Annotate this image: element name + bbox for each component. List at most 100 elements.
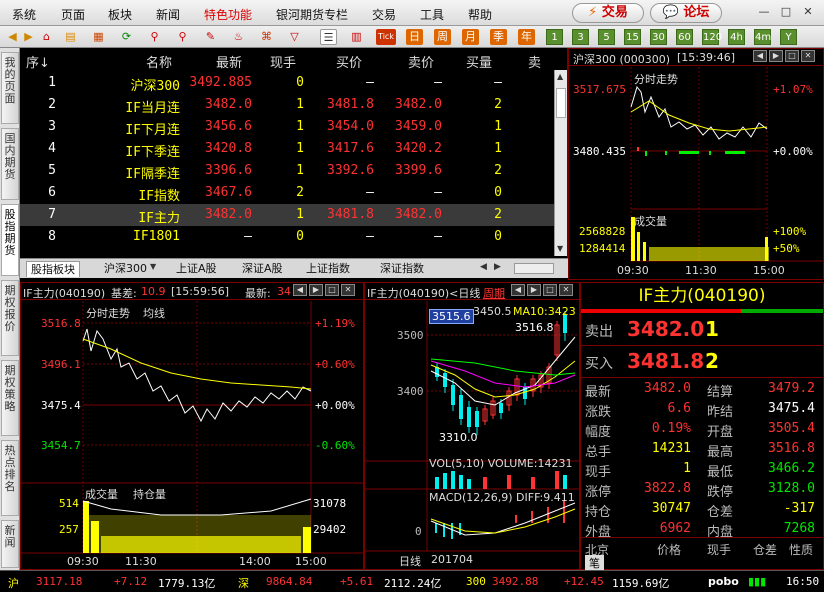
panel-close-icon[interactable]: ✕: [801, 50, 815, 62]
scroll-down-icon[interactable]: ▼: [557, 244, 563, 253]
forum-button[interactable]: 💬 论坛: [650, 3, 722, 23]
header-last[interactable]: 最新: [216, 52, 242, 71]
period-link[interactable]: 周期: [483, 285, 505, 299]
table-row[interactable]: 8 IF1801 — 0 — — 0: [20, 226, 554, 248]
min1-button[interactable]: 1: [546, 29, 563, 45]
menu-system[interactable]: 系统: [12, 6, 36, 23]
table-row[interactable]: 4 IF下季连 3420.8 1 3417.6 3420.2 1: [20, 138, 554, 160]
h4-button[interactable]: 4h: [728, 29, 745, 45]
panel-next-icon[interactable]: ▶: [527, 284, 541, 296]
horizontal-scrollbar[interactable]: [514, 263, 554, 274]
min120-button[interactable]: 120: [702, 29, 722, 45]
header-bid-volume[interactable]: 买量: [466, 52, 492, 71]
maximize-icon[interactable]: □: [778, 4, 794, 20]
menu-sector[interactable]: 板块: [108, 6, 132, 23]
menu-page[interactable]: 页面: [61, 6, 85, 23]
table-row[interactable]: 6 IF指数 3467.6 2 — — 0: [20, 182, 554, 204]
news-icon[interactable]: ▦: [90, 29, 107, 45]
m4-button[interactable]: 4m: [754, 29, 771, 45]
y-button[interactable]: Y: [780, 29, 797, 45]
sz-value: 9864.84: [266, 575, 313, 588]
header-ask[interactable]: 卖价: [408, 52, 434, 71]
panel-close-icon[interactable]: ✕: [559, 284, 573, 296]
min5-button[interactable]: 5: [598, 29, 615, 45]
panel-prev-icon[interactable]: ◀: [293, 284, 307, 296]
menu-special[interactable]: 特色功能: [204, 6, 252, 23]
vertical-scrollbar[interactable]: ▲ ▼: [554, 70, 567, 256]
table-row[interactable]: 1 沪深300 3492.885 0 — — —: [20, 72, 554, 94]
menu-help[interactable]: 帮助: [468, 6, 492, 23]
tick-button[interactable]: Tick: [376, 29, 396, 45]
bell-icon[interactable]: ♨: [230, 29, 247, 45]
last-label: 最新:: [245, 287, 271, 300]
header-ask-volume[interactable]: 卖: [528, 52, 541, 71]
tab-option-quote[interactable]: 期权报价: [1, 280, 19, 356]
tab-index-sector[interactable]: 股指板块: [26, 261, 80, 277]
header-index[interactable]: 序↓: [26, 52, 50, 71]
table-row[interactable]: 7 IF主力 3482.0 1 3481.8 3482.0 2: [20, 204, 554, 226]
month-button[interactable]: 月: [462, 29, 479, 45]
tab-sh-a[interactable]: 上证A股: [172, 261, 221, 277]
search-icon[interactable]: ⚲: [146, 29, 163, 45]
close-icon[interactable]: ✕: [800, 4, 816, 20]
tab-hs300[interactable]: 沪深300: [100, 261, 151, 277]
list-icon[interactable]: ☰: [320, 29, 337, 45]
panel-prev-icon[interactable]: ◀: [511, 284, 525, 296]
tab-my-page[interactable]: 我的页面: [1, 52, 19, 124]
tab-option-strategy[interactable]: 期权策略: [1, 360, 19, 436]
tab-index-futures[interactable]: 股指期货: [1, 204, 19, 276]
tab-domestic-futures[interactable]: 国内期货: [1, 128, 19, 200]
bookmark-icon[interactable]: ⌘: [258, 29, 275, 45]
trade-button[interactable]: ⚡ 交易: [572, 3, 644, 23]
year-button[interactable]: 年: [518, 29, 535, 45]
menu-tools[interactable]: 工具: [420, 6, 444, 23]
pen-icon[interactable]: ✎: [202, 29, 219, 45]
season-button[interactable]: 季: [490, 29, 507, 45]
tab-prev-icon[interactable]: ◀: [480, 262, 487, 272]
tab-tick[interactable]: 笔: [585, 555, 604, 571]
back-arrow-icon[interactable]: ◀: [4, 29, 21, 45]
tab-sz-index[interactable]: 深证指数: [376, 261, 428, 277]
min60-button[interactable]: 60: [676, 29, 693, 45]
tab-sh-index[interactable]: 上证指数: [302, 261, 354, 277]
dropdown-icon[interactable]: ▼: [150, 262, 156, 271]
scroll-up-icon[interactable]: ▲: [557, 72, 563, 81]
menu-news[interactable]: 新闻: [156, 6, 180, 23]
panel-prev-icon[interactable]: ◀: [753, 50, 767, 62]
db-icon[interactable]: ▤: [62, 29, 79, 45]
tab-hot-rank[interactable]: 热点排名: [1, 440, 19, 516]
header-name[interactable]: 名称: [146, 52, 172, 71]
tab-news[interactable]: 新闻: [1, 520, 19, 568]
hs300-time: [15:39:46]: [677, 51, 735, 64]
if-price-3: 3454.7: [41, 439, 81, 452]
home-icon[interactable]: ⌂: [38, 29, 55, 45]
day-button[interactable]: 日: [406, 29, 423, 45]
minimize-icon[interactable]: —: [756, 4, 772, 20]
min15-button[interactable]: 15: [624, 29, 641, 45]
tab-next-icon[interactable]: ▶: [494, 262, 501, 272]
filter-icon[interactable]: ▽: [286, 29, 303, 45]
panel-max-icon[interactable]: □: [785, 50, 799, 62]
week-button[interactable]: 周: [434, 29, 451, 45]
refresh-icon[interactable]: ⟳: [118, 29, 135, 45]
table-row[interactable]: 3 IF下月连 3456.6 1 3454.0 3459.0 1: [20, 116, 554, 138]
min3-button[interactable]: 3: [572, 29, 589, 45]
min30-button[interactable]: 30: [650, 29, 667, 45]
panel-max-icon[interactable]: □: [325, 284, 339, 296]
table-row[interactable]: 5 IF隔季连 3396.6 1 3392.6 3399.6 2: [20, 160, 554, 182]
panel-next-icon[interactable]: ▶: [769, 50, 783, 62]
panel-max-icon[interactable]: □: [543, 284, 557, 296]
grid-icon[interactable]: ▥: [348, 29, 365, 45]
tab-sz-a[interactable]: 深证A股: [238, 261, 287, 277]
forward-arrow-icon[interactable]: ▶: [20, 29, 37, 45]
detail-value: 14231: [651, 441, 691, 456]
table-row[interactable]: 2 IF当月连 3482.0 1 3481.8 3482.0 2: [20, 94, 554, 116]
scroll-thumb[interactable]: [556, 88, 566, 118]
panel-close-icon[interactable]: ✕: [341, 284, 355, 296]
menu-trade[interactable]: 交易: [372, 6, 396, 23]
menu-galaxy[interactable]: 银河期货专栏: [276, 6, 348, 23]
panel-next-icon[interactable]: ▶: [309, 284, 323, 296]
header-volume[interactable]: 现手: [270, 52, 296, 71]
zoom-icon[interactable]: ⚲: [174, 29, 191, 45]
header-bid[interactable]: 买价: [336, 52, 362, 71]
